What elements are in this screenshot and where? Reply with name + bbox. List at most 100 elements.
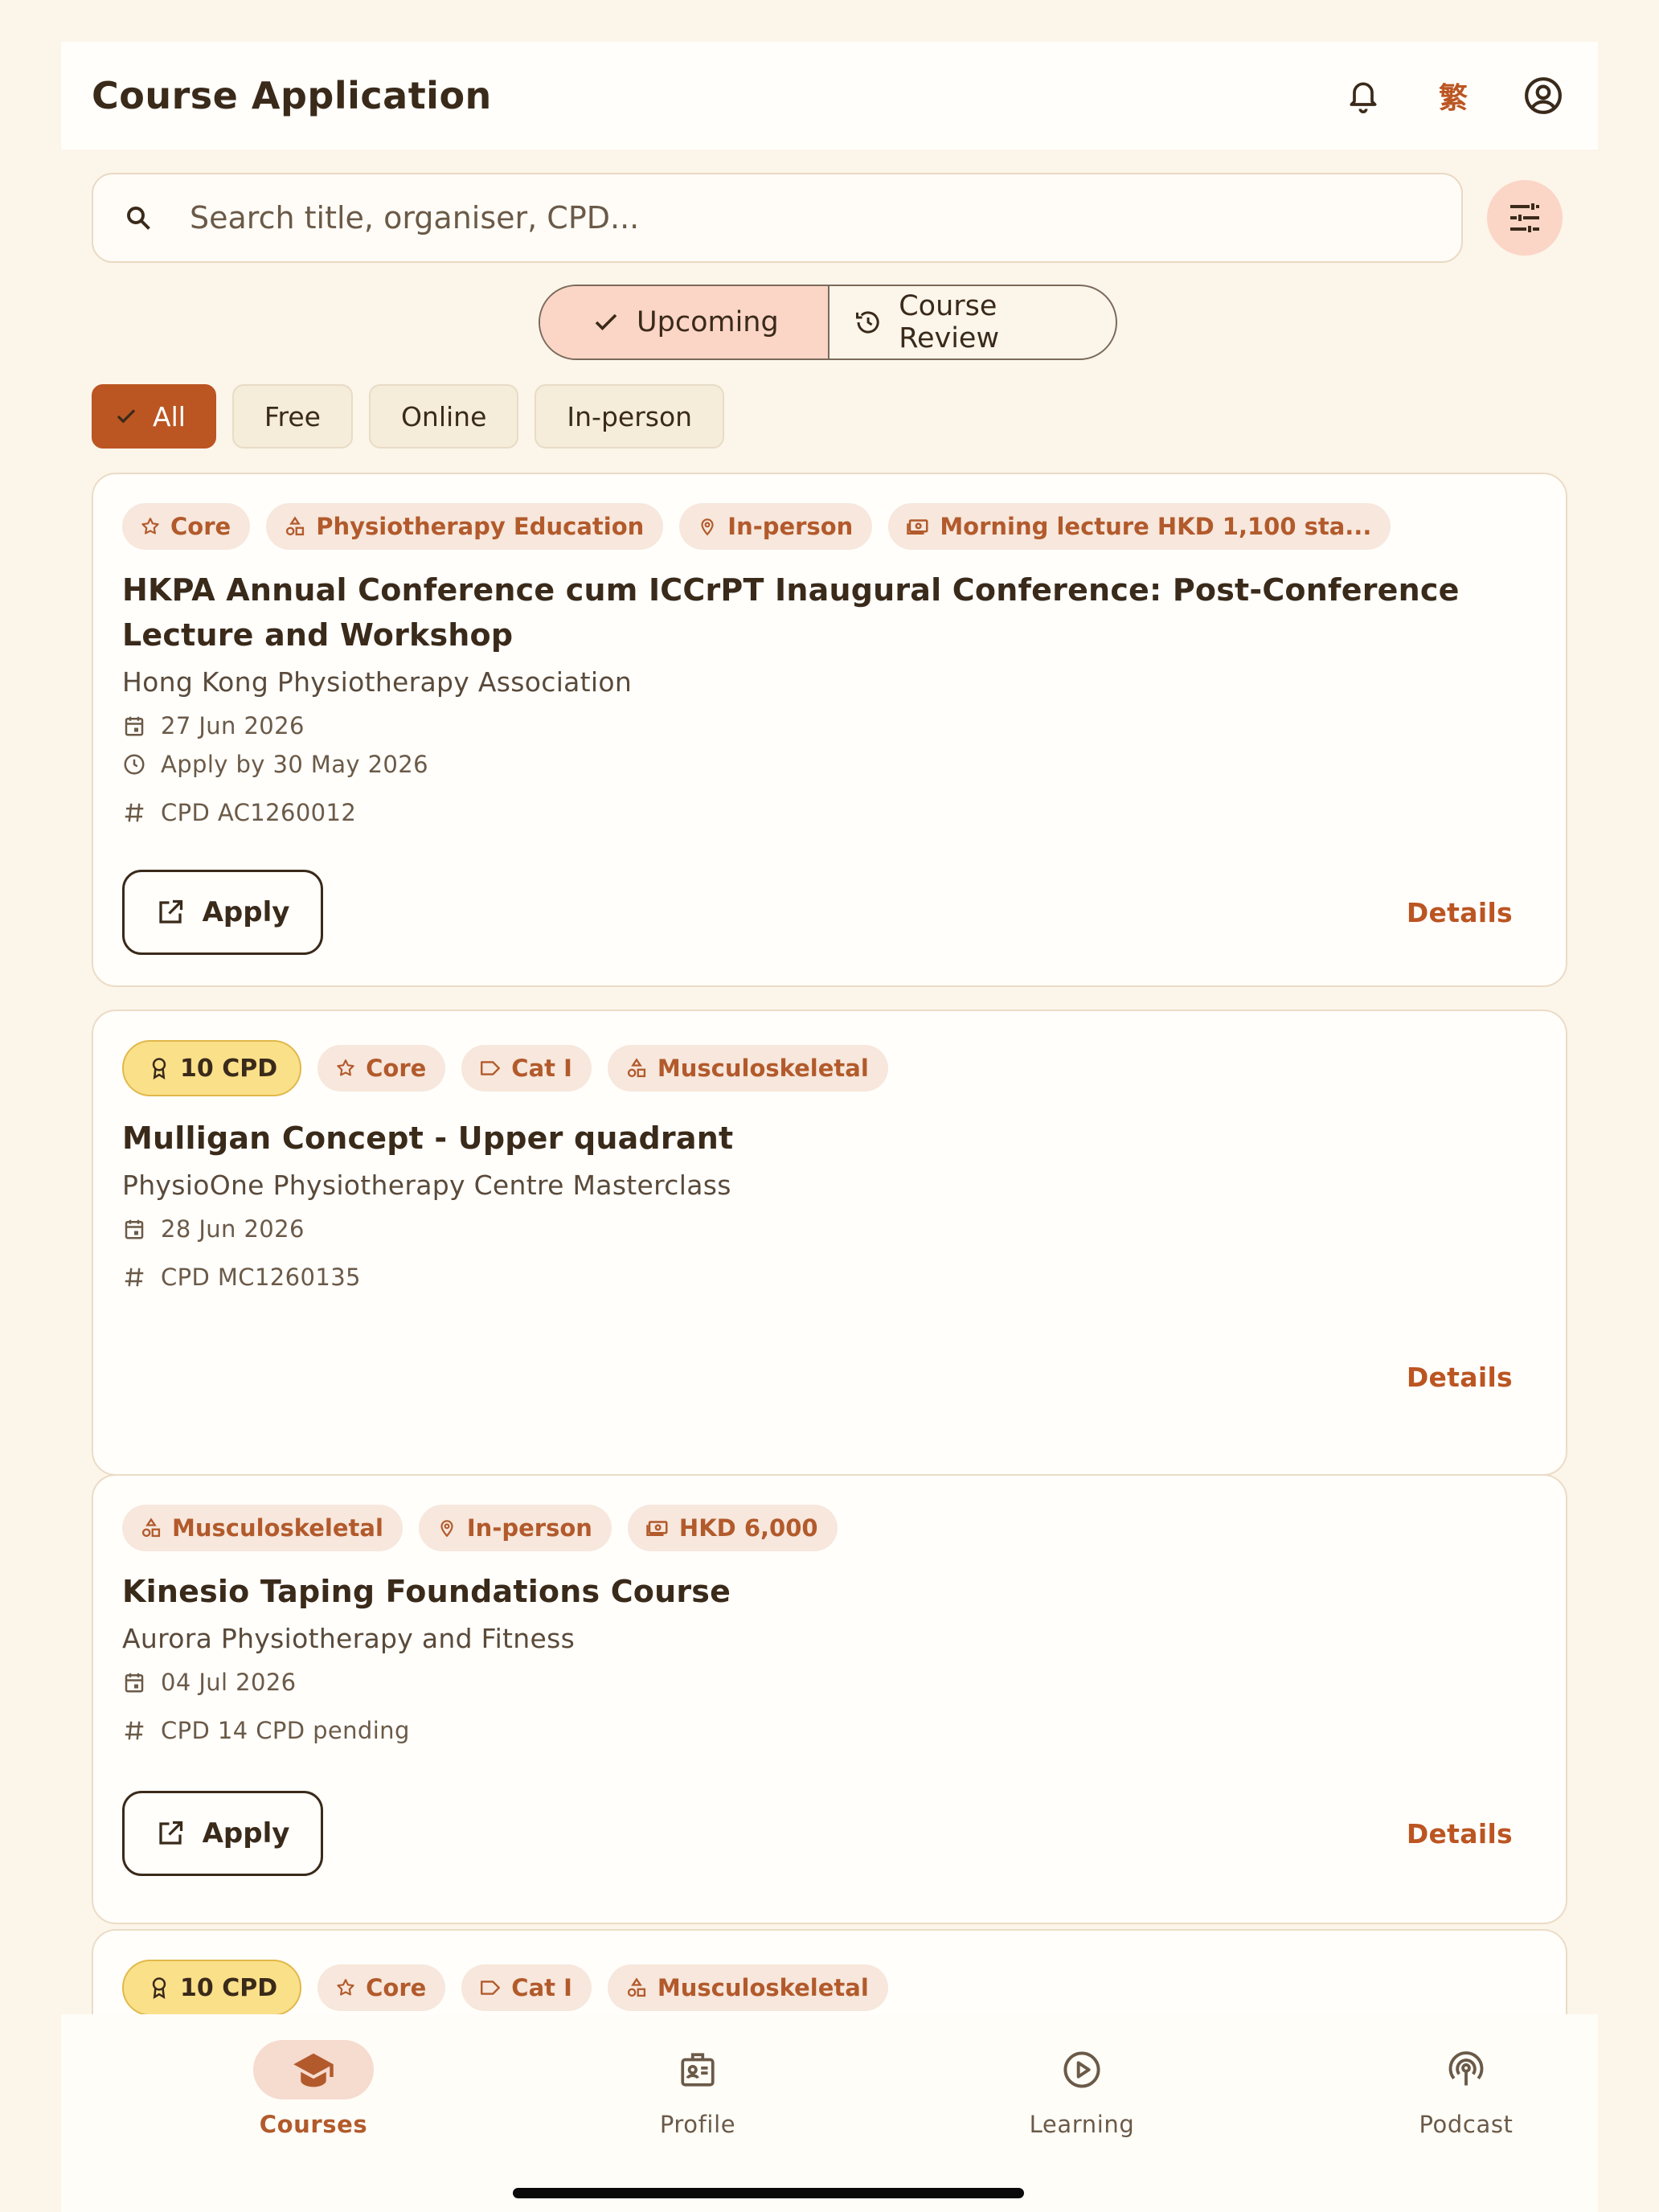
chip-in-person[interactable]: In-person <box>535 384 725 449</box>
page-title: Course Application <box>92 74 492 117</box>
segment-upcoming[interactable]: Upcoming <box>540 286 830 358</box>
course-cpd: CPD AC1260012 <box>122 799 1537 826</box>
check-icon <box>595 313 617 331</box>
nav-learning-pill <box>1022 2040 1142 2099</box>
tag-row: 10 CPD Core Cat I Musculoskeletal <box>122 1040 1537 1096</box>
tag-row: Core Physiotherapy Education In-person M… <box>122 503 1537 550</box>
filter-chips: All Free Online In-person <box>92 384 725 449</box>
language-toggle[interactable]: 繁 <box>1429 72 1477 120</box>
tag-label: In-person <box>727 513 854 540</box>
filter-button[interactable] <box>1487 180 1563 256</box>
search-box[interactable] <box>92 173 1463 263</box>
play-circle-icon <box>1063 2051 1100 2088</box>
segment-review-label: Course Review <box>899 290 1000 354</box>
apply-label: Apply <box>202 1817 290 1849</box>
tag-label: Musculoskeletal <box>657 1974 869 2001</box>
tag-core: Core <box>122 503 251 550</box>
tag-cat: Cat I <box>461 1964 592 2011</box>
cpd-text: CPD MC1260135 <box>161 1264 361 1291</box>
tag-mode: In-person <box>418 1505 612 1551</box>
course-card[interactable]: Musculoskeletal In-person HKD 6,000 Kine… <box>92 1474 1567 1924</box>
chip-label: Free <box>264 400 321 432</box>
tag-row: Musculoskeletal In-person HKD 6,000 <box>122 1505 1537 1551</box>
tune-icon <box>1510 203 1539 232</box>
label-icon <box>481 1981 501 1995</box>
tag-fee: Morning lecture HKD 1,100 sta... <box>888 503 1391 550</box>
date-text: 04 Jul 2026 <box>161 1669 297 1696</box>
course-title: Kinesio Taping Foundations Course <box>122 1574 731 1609</box>
details-link[interactable]: Details <box>1407 897 1513 928</box>
course-deadline: Apply by 30 May 2026 <box>122 751 1537 778</box>
search-row <box>92 173 1567 263</box>
category-icon <box>627 1977 645 1997</box>
card-actions: Apply Details <box>122 1791 1537 1876</box>
nav-learning[interactable]: Learning <box>985 2040 1178 2138</box>
tag-category: Musculoskeletal <box>607 1045 888 1092</box>
course-card[interactable]: Core Physiotherapy Education In-person M… <box>92 473 1567 987</box>
star-icon <box>141 518 159 535</box>
segment-upcoming-label: Upcoming <box>637 306 779 338</box>
deadline-text: Apply by 30 May 2026 <box>161 751 428 778</box>
check-icon <box>117 409 136 424</box>
details-link[interactable]: Details <box>1407 1362 1513 1393</box>
course-card[interactable]: 10 CPD Core Cat I Musculoskeletal <box>92 1929 1567 2014</box>
nav-label: Courses <box>259 2111 368 2138</box>
nav-podcast-pill <box>1406 2040 1526 2099</box>
segment-course-review[interactable]: Course Review <box>830 286 1116 358</box>
category-icon <box>141 1518 161 1538</box>
course-date: 28 Jun 2026 <box>122 1215 1537 1243</box>
nav-profile-pill <box>637 2040 758 2099</box>
category-icon <box>627 1058 645 1078</box>
star-icon <box>337 1059 354 1076</box>
money-icon <box>646 1521 668 1536</box>
nav-label: Podcast <box>1419 2111 1514 2138</box>
details-link[interactable]: Details <box>1407 1818 1513 1849</box>
course-title: HKPA Annual Conference cum ICCrPT Inaugu… <box>122 572 1460 653</box>
chip-all[interactable]: All <box>92 384 216 449</box>
chip-online[interactable]: Online <box>368 384 519 449</box>
tag-label: HKD 6,000 <box>678 1514 818 1542</box>
hash-icon <box>125 1268 144 1287</box>
course-date: 27 Jun 2026 <box>122 712 1537 739</box>
id-badge-icon <box>681 2053 715 2087</box>
tag-label: Physiotherapy Education <box>316 513 645 540</box>
chip-label: In-person <box>567 400 693 432</box>
view-segmented-control: Upcoming Course Review <box>539 285 1117 360</box>
chip-free[interactable]: Free <box>231 384 353 449</box>
hash-icon <box>125 1721 144 1740</box>
label-icon <box>481 1061 501 1075</box>
apply-button[interactable]: Apply <box>122 1791 323 1876</box>
apply-button[interactable]: Apply <box>122 870 323 955</box>
tag-label: Core <box>170 513 231 540</box>
cpd-badge: 10 CPD <box>122 1040 302 1096</box>
tag-row: 10 CPD Core Cat I Musculoskeletal <box>122 1960 1537 2014</box>
course-cpd: CPD 14 CPD pending <box>122 1717 1537 1744</box>
cpd-text: CPD AC1260012 <box>161 799 357 826</box>
tag-category: Musculoskeletal <box>122 1505 403 1551</box>
calendar-icon <box>125 1219 144 1239</box>
cpd-text: CPD 14 CPD pending <box>161 1717 410 1744</box>
apply-label: Apply <box>202 896 290 928</box>
open-external-icon <box>158 1821 182 1845</box>
course-organiser: Hong Kong Physiotherapy Association <box>122 666 633 698</box>
award-icon <box>152 1977 166 1999</box>
nav-courses[interactable]: Courses <box>217 2040 410 2138</box>
course-card[interactable]: 10 CPD Core Cat I Musculoskeletal Mullig… <box>92 1010 1567 1476</box>
course-title: Mulligan Concept - Upper quadrant <box>122 1120 734 1156</box>
clock-icon <box>124 754 145 775</box>
history-icon <box>856 311 879 334</box>
tag-core: Core <box>317 1964 446 2011</box>
account-icon[interactable] <box>1519 72 1567 120</box>
nav-profile[interactable]: Profile <box>601 2040 794 2138</box>
tag-cat: Cat I <box>461 1045 592 1092</box>
tag-label: Core <box>366 1974 427 2001</box>
search-input[interactable] <box>190 200 1395 236</box>
tag-label: Morning lecture HKD 1,100 sta... <box>940 513 1372 540</box>
bottom-navigation: Courses Profile Learning Podcast <box>61 2014 1598 2212</box>
podcast-icon <box>1448 2051 1484 2086</box>
nav-podcast[interactable]: Podcast <box>1370 2040 1563 2138</box>
nav-label: Learning <box>1029 2111 1135 2138</box>
tag-mode: In-person <box>679 503 873 550</box>
tag-label: Cat I <box>511 1974 572 2001</box>
bell-icon[interactable] <box>1339 72 1387 120</box>
